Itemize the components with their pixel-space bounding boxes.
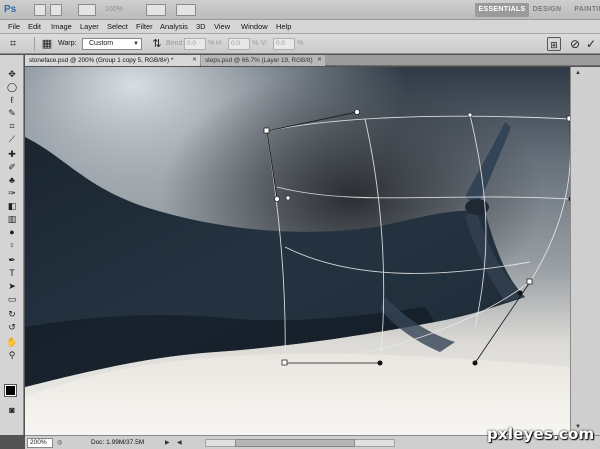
type-icon[interactable]: T	[5, 268, 19, 279]
tab-label: steps.psd @ 66.7% (Layer 19, RGB/8)	[205, 57, 313, 64]
shape-icon[interactable]: ▭	[5, 294, 19, 305]
zoom-icon[interactable]: ⚲	[5, 350, 19, 361]
h-label: H:	[216, 40, 223, 47]
lasso-icon[interactable]: ℓ	[5, 95, 19, 106]
move-icon[interactable]: ✥	[5, 69, 19, 80]
eyedropper-icon[interactable]: ⟋	[5, 134, 19, 145]
menu-view[interactable]: View	[214, 20, 230, 34]
path-select-icon[interactable]: ➤	[5, 281, 19, 292]
options-separator	[34, 37, 35, 51]
bend-label: Bend:	[166, 40, 185, 47]
document-tabs: stoneface.psd @ 200% (Group 1 copy 5, RG…	[25, 55, 600, 66]
eraser-icon[interactable]: ◧	[5, 201, 19, 212]
dodge-icon[interactable]: ♀	[5, 240, 19, 251]
menu-file[interactable]: File	[8, 20, 20, 34]
scroll-up-arrow-icon[interactable]: ▲	[574, 69, 582, 77]
quick-select-icon[interactable]: ✎	[5, 108, 19, 119]
foreground-color-swatch[interactable]	[4, 384, 17, 397]
horizontal-scroll-thumb[interactable]	[235, 439, 355, 447]
menu-layer[interactable]: Layer	[80, 20, 99, 34]
warp-style-value: Custom	[89, 40, 114, 47]
workspace-essentials-button[interactable]: ESSENTIALS	[475, 3, 529, 17]
commit-transform-icon[interactable]: ✓	[584, 37, 598, 51]
photoshop-logo: Ps	[4, 4, 17, 15]
canvas-image	[25, 67, 570, 435]
reference-point-icon[interactable]: ▦	[40, 37, 54, 51]
tool-preset-icon[interactable]: ⌗	[6, 37, 20, 51]
zoom-level-display[interactable]: 100%	[105, 4, 139, 16]
application-bar: Ps 100% ESSENTIALS DESIGN PAINTING	[0, 0, 600, 20]
tab-steps[interactable]: steps.psd @ 66.7% (Layer 19, RGB/8) ✕	[201, 55, 325, 66]
close-icon[interactable]: ✕	[317, 55, 322, 66]
pen-icon[interactable]: ✒	[5, 255, 19, 266]
toggle-warp-mode-icon[interactable]: ⊞	[547, 37, 561, 51]
menu-image[interactable]: Image	[51, 20, 72, 34]
healing-icon[interactable]: ✚	[5, 149, 19, 160]
warp-style-select[interactable]: Custom ▼	[82, 38, 142, 50]
3d-rotate-icon[interactable]: ↻	[5, 309, 19, 320]
v-label: V:	[261, 40, 268, 47]
change-warp-orientation-icon[interactable]: ⇅	[150, 37, 164, 51]
status-menu-arrow-icon[interactable]: ▶	[165, 438, 170, 448]
watermark: pxleyes.com	[487, 425, 595, 443]
bend-unit: %	[208, 40, 215, 47]
tab-stoneface[interactable]: stoneface.psd @ 200% (Group 1 copy 5, RG…	[25, 55, 200, 66]
quick-mask-icon[interactable]: ◙	[5, 405, 19, 416]
marquee-icon[interactable]: ◯	[5, 82, 19, 93]
bridge-icon[interactable]	[34, 4, 46, 16]
menu-edit[interactable]: Edit	[28, 20, 41, 34]
bend-field[interactable]: 0.0	[184, 38, 206, 50]
hand-icon[interactable]: ✋	[5, 337, 19, 348]
brush-icon[interactable]: ✐	[5, 162, 19, 173]
menu-3d[interactable]: 3D	[196, 20, 206, 34]
vertical-scrollbar[interactable]: ▲ ▼	[570, 67, 600, 435]
v-unit: %	[297, 40, 304, 47]
scroll-left-arrow-icon[interactable]: ◀	[177, 438, 182, 448]
history-brush-icon[interactable]: ✑	[5, 188, 19, 199]
screen-mode-icon[interactable]	[176, 4, 196, 16]
chevron-down-icon: ▼	[133, 41, 139, 47]
tools-panel: ✥ ◯ ℓ ✎ ⌗ ⟋ ✚ ✐ ♣ ✑ ◧ ▥ ● ♀ ✒ T ➤ ▭ ↻ ↺ …	[0, 55, 24, 435]
3d-orbit-icon[interactable]: ↺	[5, 322, 19, 333]
close-icon[interactable]: ✕	[192, 55, 197, 66]
tab-label: stoneface.psd @ 200% (Group 1 copy 5, RG…	[29, 57, 174, 64]
menu-filter[interactable]: Filter	[136, 20, 153, 34]
workspace-design-button[interactable]: DESIGN	[532, 3, 562, 17]
menu-select[interactable]: Select	[107, 20, 128, 34]
gradient-icon[interactable]: ▥	[5, 214, 19, 225]
options-bar: ⌗ ▦ Warp: Custom ▼ ⇅ Bend: 0.0 % H: 0.0 …	[0, 34, 600, 54]
document-canvas[interactable]	[25, 67, 570, 435]
minibridge-icon[interactable]	[50, 4, 62, 16]
clone-stamp-icon[interactable]: ♣	[5, 175, 19, 186]
menu-window[interactable]: Window	[241, 20, 268, 34]
zoom-field[interactable]: 200%	[27, 438, 53, 448]
h-unit: %	[252, 40, 259, 47]
menu-help[interactable]: Help	[276, 20, 291, 34]
menu-bar: File Edit Image Layer Select Filter Anal…	[0, 20, 600, 34]
workspace-painting-button[interactable]: PAINTING	[572, 3, 600, 17]
warp-label: Warp:	[58, 40, 77, 47]
view-extras-icon[interactable]	[78, 4, 96, 16]
blur-icon[interactable]: ●	[5, 227, 19, 238]
arrange-documents-icon[interactable]	[146, 4, 166, 16]
horizontal-distortion-field[interactable]: 0.0	[228, 38, 250, 50]
menu-analysis[interactable]: Analysis	[160, 20, 188, 34]
status-options-icon[interactable]: ◎	[57, 438, 62, 448]
cancel-transform-icon[interactable]: ⊘	[568, 37, 582, 51]
vertical-distortion-field[interactable]: 0.0	[273, 38, 295, 50]
document-size-info: Doc: 1.99M/37.5M	[91, 439, 145, 446]
crop-icon[interactable]: ⌗	[5, 121, 19, 132]
